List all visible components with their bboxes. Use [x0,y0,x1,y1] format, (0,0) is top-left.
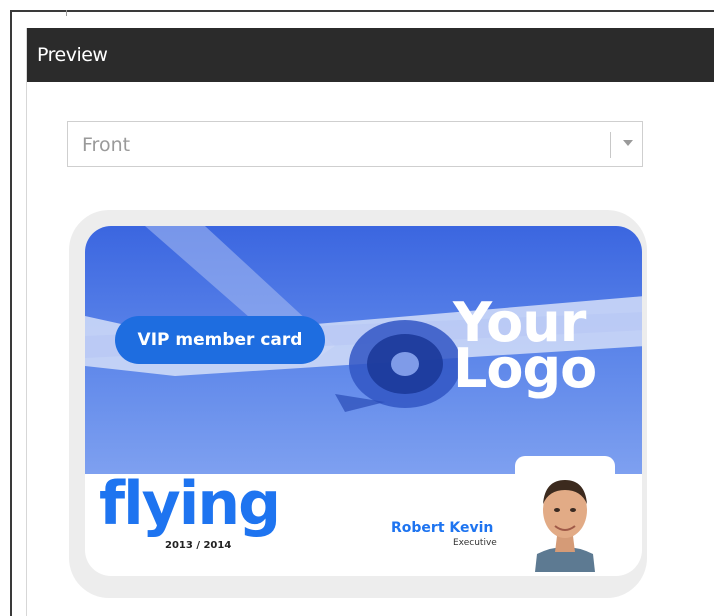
logo-text-line2: Logo [453,337,597,400]
member-name: Robert Kevin [391,520,494,536]
membership-card: VIP member card Your Logo flying 2013 / … [85,226,642,576]
card-side-select-value: Front [82,134,131,156]
logo-placeholder: Your Logo [447,296,617,410]
divider-tick [66,10,67,16]
panel-title: Preview [37,44,108,66]
preview-panel: Preview Front VIP member card Your Logo … [26,28,714,616]
card-years: 2013 / 2014 [165,540,232,551]
panel-header: Preview [27,28,714,82]
card-side-select[interactable]: Front [67,121,643,167]
screenshot-frame: Preview Front VIP member card Your Logo … [0,0,714,616]
portrait-image [525,466,605,572]
member-photo [515,456,615,576]
member-role: Executive [453,538,497,548]
card-preview-shell: VIP member card Your Logo flying 2013 / … [69,210,647,598]
card-headline: flying [99,469,281,539]
window-border-left [10,10,12,616]
select-separator [610,132,611,158]
vip-badge-label: VIP member card [137,330,303,350]
card-image-area: VIP member card Your Logo [85,226,642,474]
chevron-down-icon[interactable] [623,140,633,146]
vip-badge: VIP member card [115,316,325,364]
window-border-top [10,10,714,12]
